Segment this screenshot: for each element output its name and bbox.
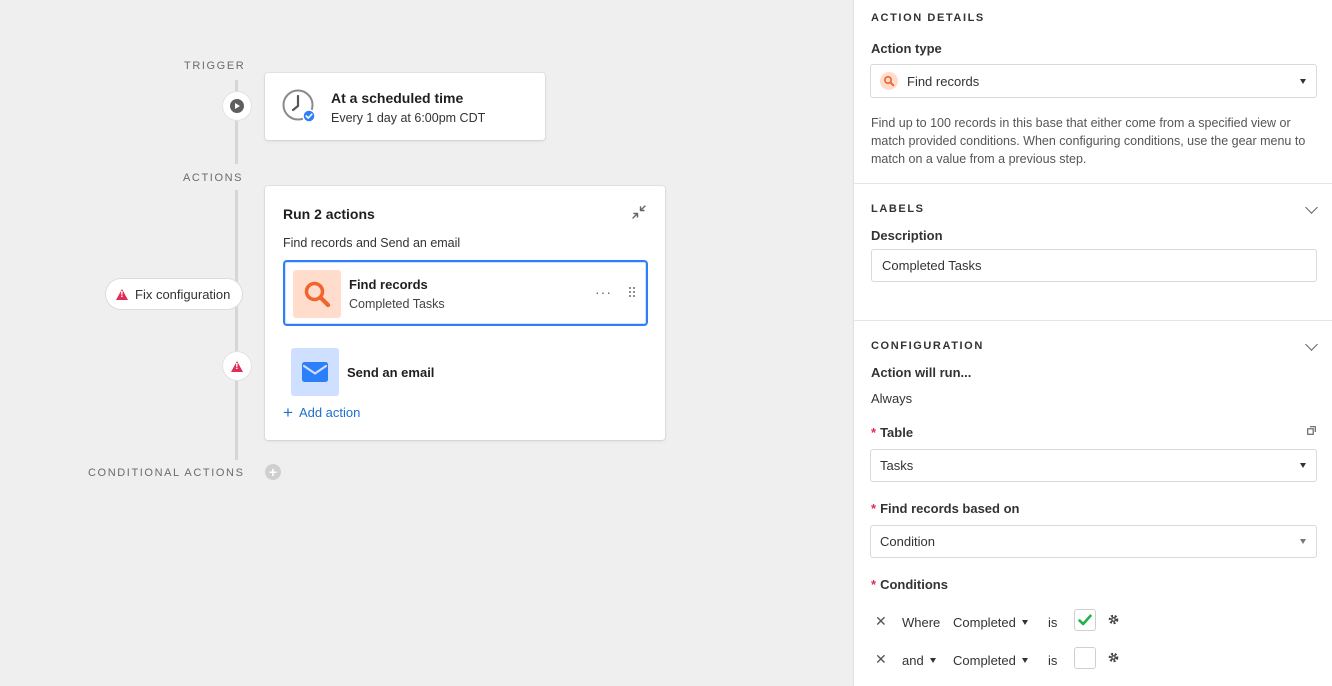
condition-checkbox-checked[interactable] [1074, 609, 1096, 631]
chevron-down-icon [1300, 79, 1306, 84]
send-email-tile [291, 348, 339, 396]
action-type-select[interactable]: Find records [870, 64, 1317, 98]
warning-icon [116, 288, 128, 300]
description-input[interactable] [871, 249, 1317, 282]
warning-dot[interactable] [223, 352, 251, 380]
remove-condition-icon[interactable]: ✕ [875, 651, 887, 668]
trigger-section-label: TRIGGER [184, 60, 246, 72]
condition-row: ✕ Where Completed is [871, 609, 1321, 635]
rail-line [235, 190, 238, 460]
chevron-down-icon [1300, 463, 1306, 468]
will-run-label: Action will run... [871, 365, 972, 380]
chevron-down-icon [1021, 658, 1028, 663]
workflow-canvas: TRIGGER ACTIONS CONDITIONAL ACTIONS At a… [0, 0, 853, 686]
actions-group-title: Run 2 actions [283, 206, 375, 222]
drag-handle-icon[interactable] [628, 286, 636, 298]
gear-icon[interactable] [1107, 651, 1120, 664]
conditions-label: * Conditions [871, 577, 948, 592]
chevron-down-icon [1021, 620, 1028, 625]
automation-editor: TRIGGER ACTIONS CONDITIONAL ACTIONS At a… [0, 0, 1332, 686]
gear-icon[interactable] [1107, 613, 1120, 626]
add-action-label: Add action [298, 405, 361, 420]
configuration-heading: CONFIGURATION [871, 340, 984, 352]
add-conditional-action-button[interactable]: + [265, 464, 281, 480]
condition-field-select[interactable]: Completed [953, 653, 1028, 668]
trigger-play-button[interactable] [223, 92, 251, 120]
action-type-value: Find records [907, 74, 980, 89]
condition-conjunction-select[interactable]: and [902, 653, 936, 668]
will-run-value: Always [871, 391, 913, 406]
actions-group-subtitle: Find records and Send an email [283, 236, 461, 250]
action-details-heading: ACTION DETAILS [871, 12, 985, 24]
condition-checkbox-unchecked[interactable] [1074, 647, 1096, 669]
envelope-icon [302, 362, 328, 382]
remove-condition-icon[interactable]: ✕ [875, 613, 887, 630]
table-select[interactable]: Tasks [870, 449, 1317, 482]
trigger-subtitle: Every 1 day at 6:00pm CDT [331, 111, 486, 125]
trigger-card[interactable]: At a scheduled time Every 1 day at 6:00p… [265, 73, 545, 140]
condition-row: ✕ and Completed is [871, 647, 1321, 673]
chevron-down-icon [1300, 539, 1306, 544]
condition-operator: is [1048, 615, 1058, 630]
step-subtitle: Completed Tasks [349, 297, 445, 311]
search-icon [304, 281, 331, 308]
search-icon [880, 72, 898, 90]
add-action-button[interactable]: + Add action [283, 402, 361, 422]
fix-configuration-label: Fix configuration [135, 286, 231, 302]
plus-icon: + [268, 464, 278, 480]
condition-operator: is [1048, 653, 1058, 668]
action-type-label: Action type [871, 41, 942, 56]
expand-icon[interactable] [1307, 426, 1316, 435]
labels-heading: LABELS [871, 203, 925, 215]
based-on-value: Condition [880, 534, 935, 549]
chevron-down-icon [929, 658, 936, 663]
fix-configuration-button[interactable]: Fix configuration [106, 279, 243, 309]
step-find-records[interactable]: Find records Completed Tasks ··· [283, 260, 648, 326]
step-title: Send an email [347, 365, 435, 380]
warning-icon [231, 360, 243, 372]
chevron-down-icon[interactable] [1305, 201, 1318, 214]
table-value: Tasks [880, 458, 914, 473]
chevron-down-icon[interactable] [1305, 338, 1318, 351]
based-on-select[interactable]: Condition [870, 525, 1317, 558]
clock-icon [282, 89, 316, 123]
condition-prefix: Where [902, 615, 941, 630]
action-description: Find up to 100 records in this base that… [871, 116, 1306, 166]
find-records-tile [293, 270, 341, 318]
divider [854, 183, 1332, 184]
conditional-actions-label: CONDITIONAL ACTIONS [88, 467, 245, 479]
actions-group-card[interactable]: Run 2 actions Find records and Send an e… [265, 186, 665, 440]
trigger-title: At a scheduled time [331, 90, 464, 106]
play-icon [230, 99, 244, 113]
actions-section-label: ACTIONS [183, 172, 244, 184]
plus-icon: + [283, 402, 293, 422]
condition-field-select[interactable]: Completed [953, 615, 1028, 630]
more-options-icon[interactable]: ··· [595, 284, 612, 300]
step-send-email[interactable]: Send an email [283, 340, 648, 406]
checkmark-icon [1078, 614, 1092, 626]
table-label: * Table [871, 425, 914, 440]
based-on-label: * Find records based on [871, 501, 1020, 516]
description-label: Description [871, 228, 943, 243]
action-details-panel: ACTION DETAILS Action type Find records … [853, 0, 1332, 686]
collapse-icon[interactable] [631, 204, 647, 220]
step-title: Find records [349, 277, 428, 292]
divider [854, 320, 1332, 321]
